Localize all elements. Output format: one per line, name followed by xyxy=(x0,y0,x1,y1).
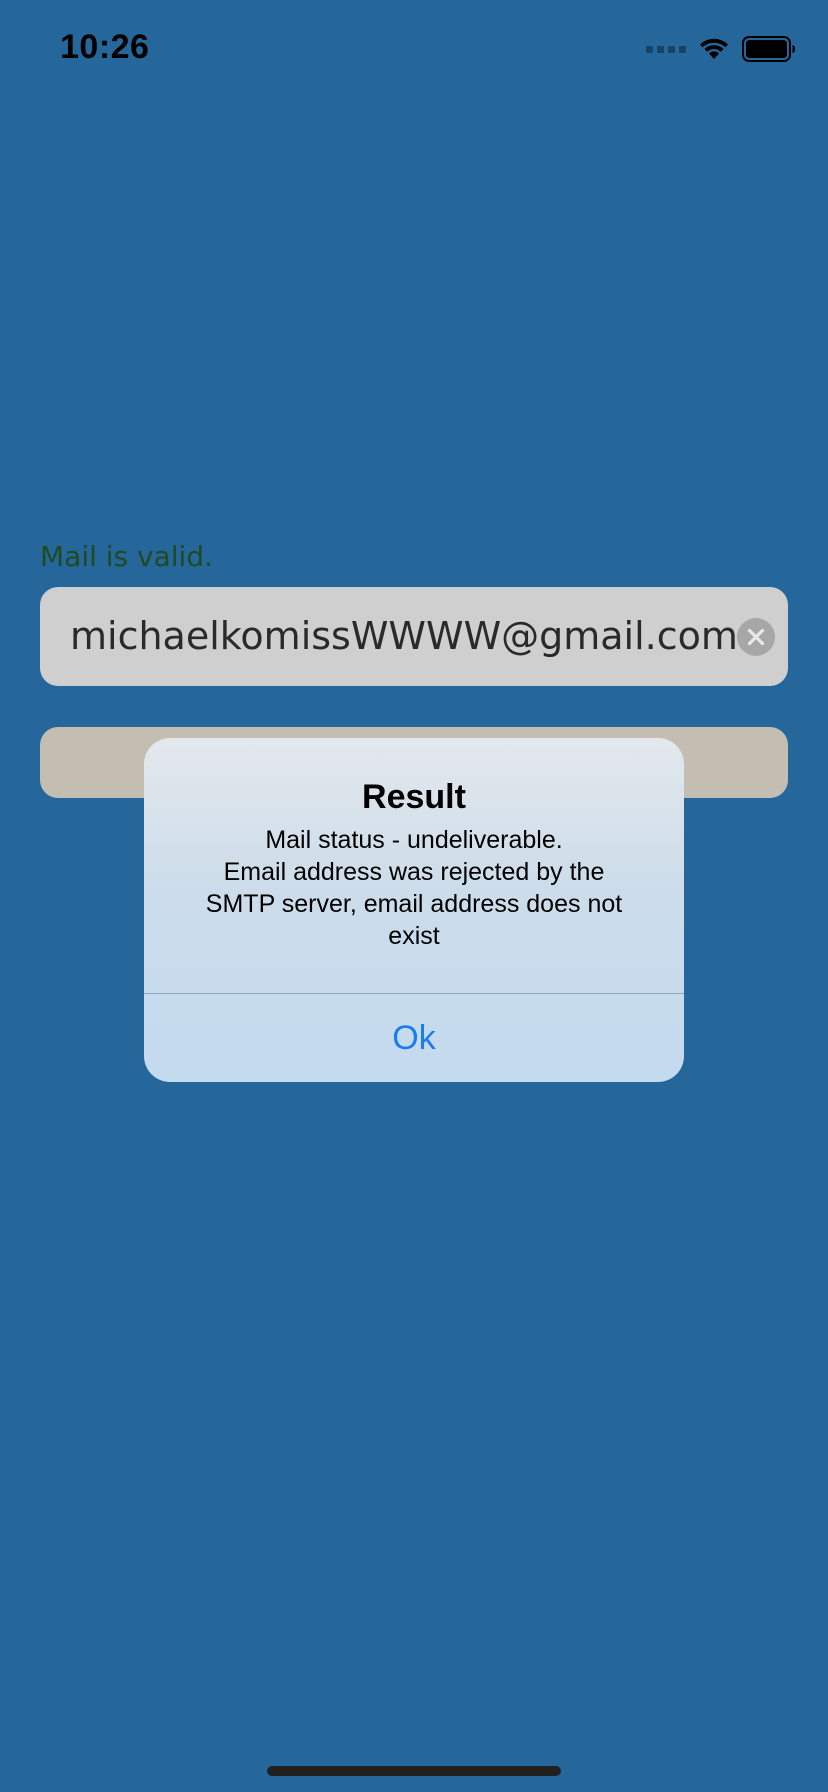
email-field[interactable]: michaelkomissWWWW@gmail.com xyxy=(40,587,788,686)
status-time: 10:26 xyxy=(60,28,150,66)
alert-title: Result xyxy=(362,778,466,816)
ok-button[interactable]: Ok xyxy=(144,994,684,1082)
email-input-value[interactable]: michaelkomissWWWW@gmail.com xyxy=(70,587,738,686)
signal-icon xyxy=(646,45,686,53)
battery-icon xyxy=(742,36,796,62)
alert-message-line: Email address was rejected by the xyxy=(223,858,605,886)
validation-status-label: Mail is valid. xyxy=(40,540,214,573)
clear-icon[interactable] xyxy=(737,618,775,656)
wifi-icon xyxy=(698,37,730,61)
home-indicator[interactable] xyxy=(267,1766,561,1776)
alert-message: Mail status - undeliverable. Email addre… xyxy=(174,824,654,952)
alert-message-line: Mail status - undeliverable. xyxy=(265,826,563,854)
status-icons xyxy=(646,36,796,62)
alert-message-line: SMTP server, email address does not xyxy=(205,890,623,918)
result-alert: Result Mail status - undeliverable. Emai… xyxy=(144,738,684,1082)
alert-message-line: exist xyxy=(388,922,440,950)
